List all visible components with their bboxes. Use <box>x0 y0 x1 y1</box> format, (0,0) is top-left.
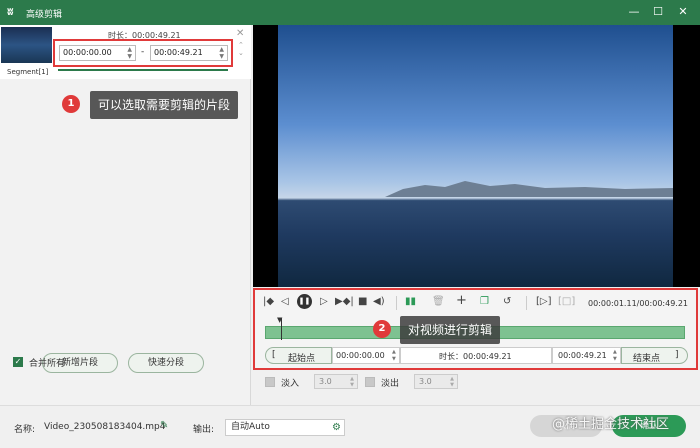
remove-segment-icon[interactable]: ✕ <box>236 28 244 39</box>
app-logo-icon: ʬ <box>7 5 14 18</box>
annotation-tip-1: 可以选取需要剪辑的片段 <box>90 91 239 119</box>
fade-out-label: 淡出 <box>381 379 400 389</box>
video-preview[interactable] <box>253 25 700 287</box>
annotation-tip-2: 对视频进行剪辑 <box>400 316 501 344</box>
segment-label: Segment[1] <box>7 68 49 76</box>
video-frame <box>278 25 673 287</box>
name-label: 名称: <box>14 425 36 435</box>
minimize-button[interactable]: — <box>626 4 642 20</box>
annotation-badge-2: 2 <box>373 320 391 338</box>
output-select[interactable]: 自动Auto ⚙ <box>225 419 345 436</box>
window-title: 高级剪辑 <box>26 10 63 20</box>
output-label: 输出: <box>193 425 215 435</box>
close-window-button[interactable]: ✕ <box>675 4 691 20</box>
segment-panel: Segment[1] 时长：00:00:49.21 ✕ 00:00:00.00 … <box>0 25 251 405</box>
edit-name-icon[interactable]: ✎ <box>160 420 168 431</box>
output-settings-icon[interactable]: ⚙ <box>332 420 341 435</box>
maximize-button[interactable]: ☐ <box>650 4 666 20</box>
fade-out-input[interactable]: 3.0 ▲ ▼ <box>414 374 458 389</box>
segment-thumbnail <box>1 27 52 63</box>
watermark: @稀土掘金技术社区 <box>552 417 670 432</box>
file-name: Video_230508183404.mp4 <box>44 422 166 432</box>
annotation-box-1 <box>53 39 233 67</box>
quick-split-button[interactable]: 快速分段 <box>128 353 204 373</box>
fade-in-input[interactable]: 3.0 ▲ ▼ <box>314 374 358 389</box>
segment-scroll-arrows-icon[interactable]: ⌃ ⌄ <box>238 41 244 57</box>
fade-in-checkbox[interactable] <box>265 377 275 387</box>
merge-all-label: 合并所有 <box>29 359 66 369</box>
merge-all-checkbox[interactable]: ✓ <box>13 357 23 367</box>
stepper-arrows-icon[interactable]: ▲ ▼ <box>350 376 354 388</box>
fade-out-value: 3.0 <box>419 377 432 386</box>
segment-progress-bar <box>58 69 228 71</box>
stepper-arrows-icon[interactable]: ▲ ▼ <box>450 376 454 388</box>
title-bar: ʬ 高级剪辑 — ☐ ✕ <box>0 0 700 25</box>
fade-out-checkbox[interactable] <box>365 377 375 387</box>
fade-in-label: 淡入 <box>281 379 300 389</box>
output-value: 自动Auto <box>231 422 270 432</box>
fade-in-value: 3.0 <box>319 377 332 386</box>
annotation-badge-1: 1 <box>62 95 80 113</box>
mountain-silhouette <box>385 181 673 197</box>
